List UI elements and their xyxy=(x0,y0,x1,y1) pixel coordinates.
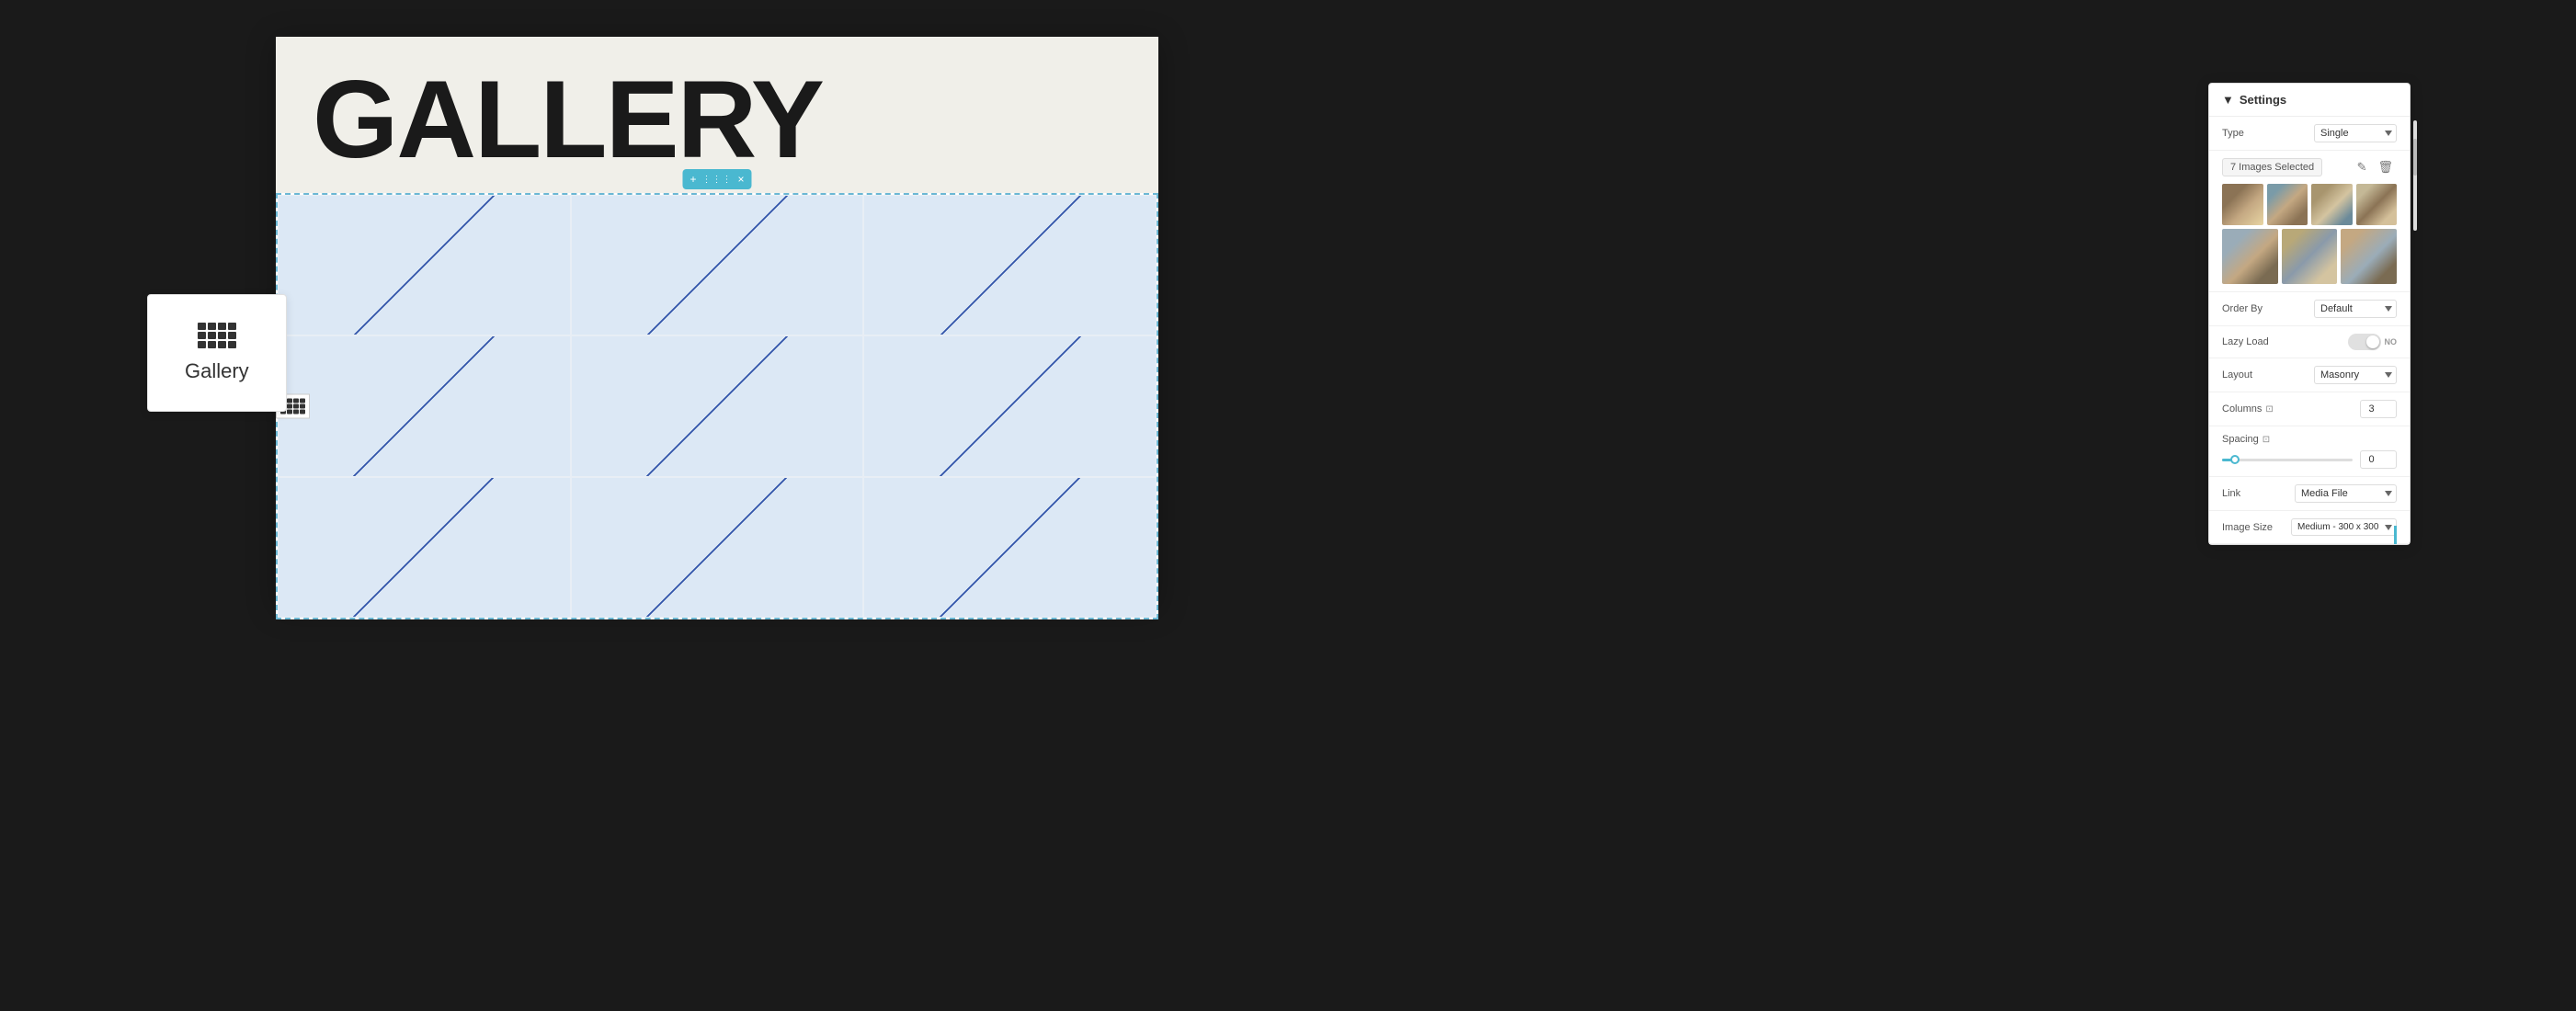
settings-arrow-icon: ▼ xyxy=(2222,93,2234,107)
settings-header: ▼ Settings xyxy=(2209,84,2410,117)
slider-wrapper xyxy=(2222,450,2397,469)
lazy-load-toggle-wrapper: NO xyxy=(2348,334,2398,350)
toggle-thumb xyxy=(2366,335,2379,348)
toolbar-dots[interactable]: ⋮⋮⋮ xyxy=(702,175,733,185)
image-thumb-7[interactable] xyxy=(2341,229,2397,285)
order-by-row: Order By Default Title Date xyxy=(2209,292,2410,326)
image-thumb-5[interactable] xyxy=(2222,229,2278,285)
image-thumb-2[interactable] xyxy=(2267,184,2308,225)
spacing-input[interactable] xyxy=(2360,450,2397,469)
close-icon[interactable]: × xyxy=(738,173,745,186)
gallery-cell-4 xyxy=(278,335,571,476)
image-size-row: Image Size Medium - 300 x 300 Large Full… xyxy=(2209,511,2410,544)
images-grid-row2 xyxy=(2222,229,2397,285)
layout-label: Layout xyxy=(2222,369,2252,381)
lazy-load-label: Lazy Load xyxy=(2222,336,2269,347)
gallery-cell-9 xyxy=(863,477,1157,618)
columns-label: Columns ⊡ xyxy=(2222,403,2274,415)
canvas-area: GALLERY + ⋮⋮⋮ × xyxy=(276,37,1158,607)
gallery-title: GALLERY xyxy=(313,64,1122,175)
settings-title: Settings xyxy=(2240,93,2286,107)
edit-images-button[interactable]: ✎ xyxy=(2354,158,2371,176)
spacing-label: Spacing ⊡ xyxy=(2222,434,2270,445)
images-selected-label: 7 Images Selected xyxy=(2222,158,2322,176)
columns-input[interactable] xyxy=(2360,400,2397,418)
columns-text: Columns xyxy=(2222,403,2262,415)
order-by-label: Order By xyxy=(2222,303,2263,314)
columns-row: Columns ⊡ xyxy=(2209,392,2410,426)
plus-icon[interactable]: + xyxy=(690,173,696,186)
lazy-load-row: Lazy Load NO xyxy=(2209,326,2410,358)
gallery-widget-icon xyxy=(198,323,236,348)
gallery-cell-7 xyxy=(278,477,571,618)
delete-images-button[interactable]: 🗑 xyxy=(2374,158,2397,176)
settings-scrollbar[interactable] xyxy=(2413,120,2417,231)
order-by-select[interactable]: Default Title Date xyxy=(2314,300,2397,318)
toggle-no-label: NO xyxy=(2385,337,2398,346)
gallery-cell-1 xyxy=(278,195,571,335)
grid-toolbar: + ⋮⋮⋮ × xyxy=(682,169,751,189)
images-selected-header: 7 Images Selected ✎ 🗑 xyxy=(2222,158,2397,176)
type-select[interactable]: Single Multiple xyxy=(2314,124,2397,142)
spacing-header: Spacing ⊡ xyxy=(2222,434,2397,445)
images-selected-wrapper: 7 Images Selected ✎ 🗑 xyxy=(2209,151,2410,292)
spacing-section: Spacing ⊡ xyxy=(2209,426,2410,477)
widget-label: Gallery xyxy=(185,359,249,383)
images-grid xyxy=(2222,184,2397,225)
type-row: Type Single Multiple xyxy=(2209,117,2410,151)
gallery-grid-wrapper: + ⋮⋮⋮ × xyxy=(276,193,1158,619)
link-select[interactable]: Media File Attachment Page None xyxy=(2295,484,2397,503)
gallery-cell-6 xyxy=(863,335,1157,476)
image-thumb-3[interactable] xyxy=(2311,184,2353,225)
layout-select[interactable]: Masonry Grid Justified xyxy=(2314,366,2397,384)
monitor-icon: ⊡ xyxy=(2265,404,2273,415)
image-thumb-4[interactable] xyxy=(2356,184,2398,225)
lazy-load-toggle[interactable] xyxy=(2348,334,2381,350)
spacing-text: Spacing xyxy=(2222,434,2259,445)
gallery-cell-2 xyxy=(571,195,864,335)
widget-grid-icon xyxy=(198,323,236,348)
spacing-monitor-icon: ⊡ xyxy=(2263,435,2270,445)
link-label: Link xyxy=(2222,488,2240,499)
layout-row: Layout Masonry Grid Justified xyxy=(2209,358,2410,392)
blue-bottom-bar xyxy=(2394,526,2397,544)
gallery-cell-3 xyxy=(863,195,1157,335)
image-size-label: Image Size xyxy=(2222,522,2273,533)
gallery-cell-5 xyxy=(571,335,864,476)
image-size-select[interactable]: Medium - 300 x 300 Large Full Size Thumb… xyxy=(2291,518,2397,536)
image-thumb-1[interactable] xyxy=(2222,184,2263,225)
scrollbar-thumb xyxy=(2413,139,2417,176)
images-selected-actions: ✎ 🗑 xyxy=(2354,158,2397,176)
type-label: Type xyxy=(2222,128,2244,139)
settings-panel: ▼ Settings Type Single Multiple 7 Images… xyxy=(2208,83,2411,545)
image-thumb-6[interactable] xyxy=(2282,229,2338,285)
spacing-slider-track[interactable] xyxy=(2222,459,2353,461)
gallery-widget-card: Gallery xyxy=(147,294,287,412)
gallery-grid xyxy=(278,195,1157,618)
slider-thumb[interactable] xyxy=(2230,455,2240,464)
gallery-cell-8 xyxy=(571,477,864,618)
link-row: Link Media File Attachment Page None xyxy=(2209,477,2410,511)
